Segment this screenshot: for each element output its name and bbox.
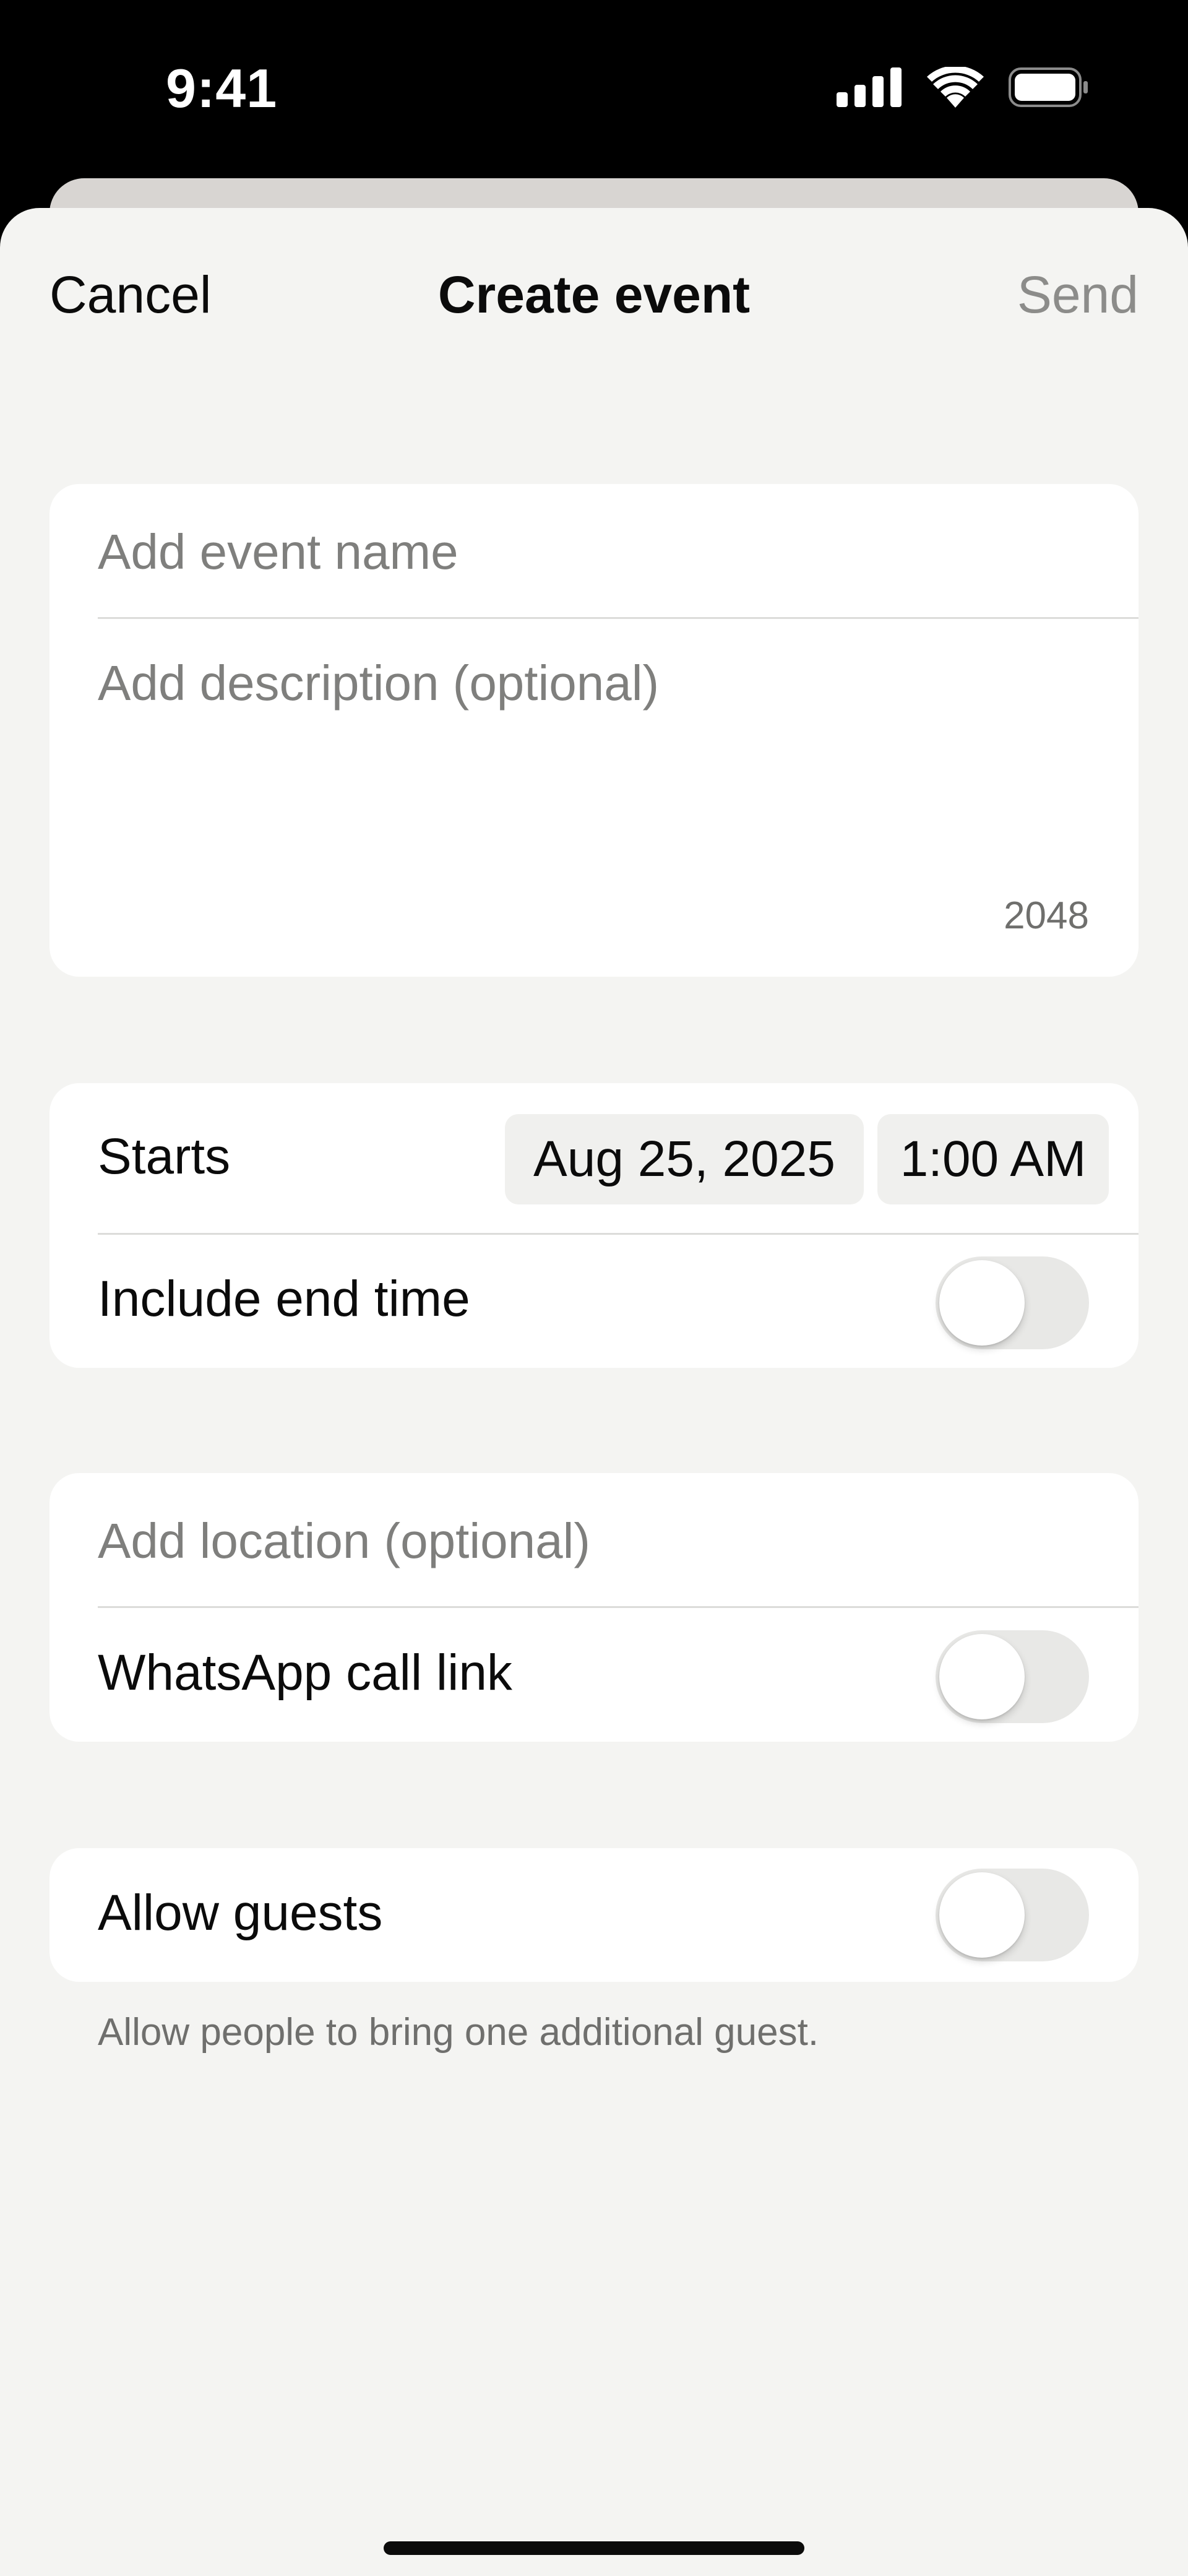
toggle-knob	[939, 1260, 1025, 1346]
include-end-time-label: Include end time	[98, 1271, 470, 1327]
divider	[98, 617, 1138, 619]
send-button[interactable]: Send	[1017, 265, 1138, 325]
starts-label: Starts	[98, 1128, 231, 1185]
start-date-picker[interactable]: Aug 25, 2025	[505, 1114, 864, 1204]
character-counter: 2048	[1004, 894, 1089, 937]
include-end-time-toggle[interactable]	[936, 1256, 1089, 1349]
allow-guests-helper-text: Allow people to bring one additional gue…	[98, 2011, 819, 2054]
guests-card: Allow guests	[50, 1848, 1138, 1982]
status-icons	[837, 67, 1089, 108]
divider	[98, 1606, 1138, 1608]
allow-guests-toggle[interactable]	[936, 1869, 1089, 1961]
home-indicator	[384, 2541, 804, 2555]
event-details-card: 2048	[50, 484, 1138, 977]
battery-icon	[1009, 67, 1089, 107]
event-name-input[interactable]	[98, 521, 1088, 583]
nav-header: Cancel Create event Send	[0, 208, 1188, 381]
location-input[interactable]	[98, 1510, 1088, 1572]
status-bar: 9:41	[0, 0, 1188, 179]
cellular-signal-icon	[837, 67, 902, 107]
divider	[98, 1233, 1138, 1235]
cancel-button[interactable]: Cancel	[50, 265, 211, 325]
toggle-knob	[939, 1634, 1025, 1719]
allow-guests-label: Allow guests	[98, 1885, 383, 1941]
location-card: WhatsApp call link	[50, 1473, 1138, 1742]
status-time: 9:41	[166, 58, 278, 119]
start-time-picker[interactable]: 1:00 AM	[877, 1114, 1109, 1204]
call-link-label: WhatsApp call link	[98, 1645, 512, 1701]
whatsapp-call-link-toggle[interactable]	[936, 1630, 1089, 1723]
schedule-card: Starts Aug 25, 2025 1:00 AM Include end …	[50, 1083, 1138, 1368]
toggle-knob	[939, 1872, 1025, 1958]
wifi-icon	[927, 67, 984, 108]
create-event-sheet: Cancel Create event Send 2048 Starts Aug…	[0, 208, 1188, 2576]
description-input[interactable]	[98, 652, 1088, 888]
